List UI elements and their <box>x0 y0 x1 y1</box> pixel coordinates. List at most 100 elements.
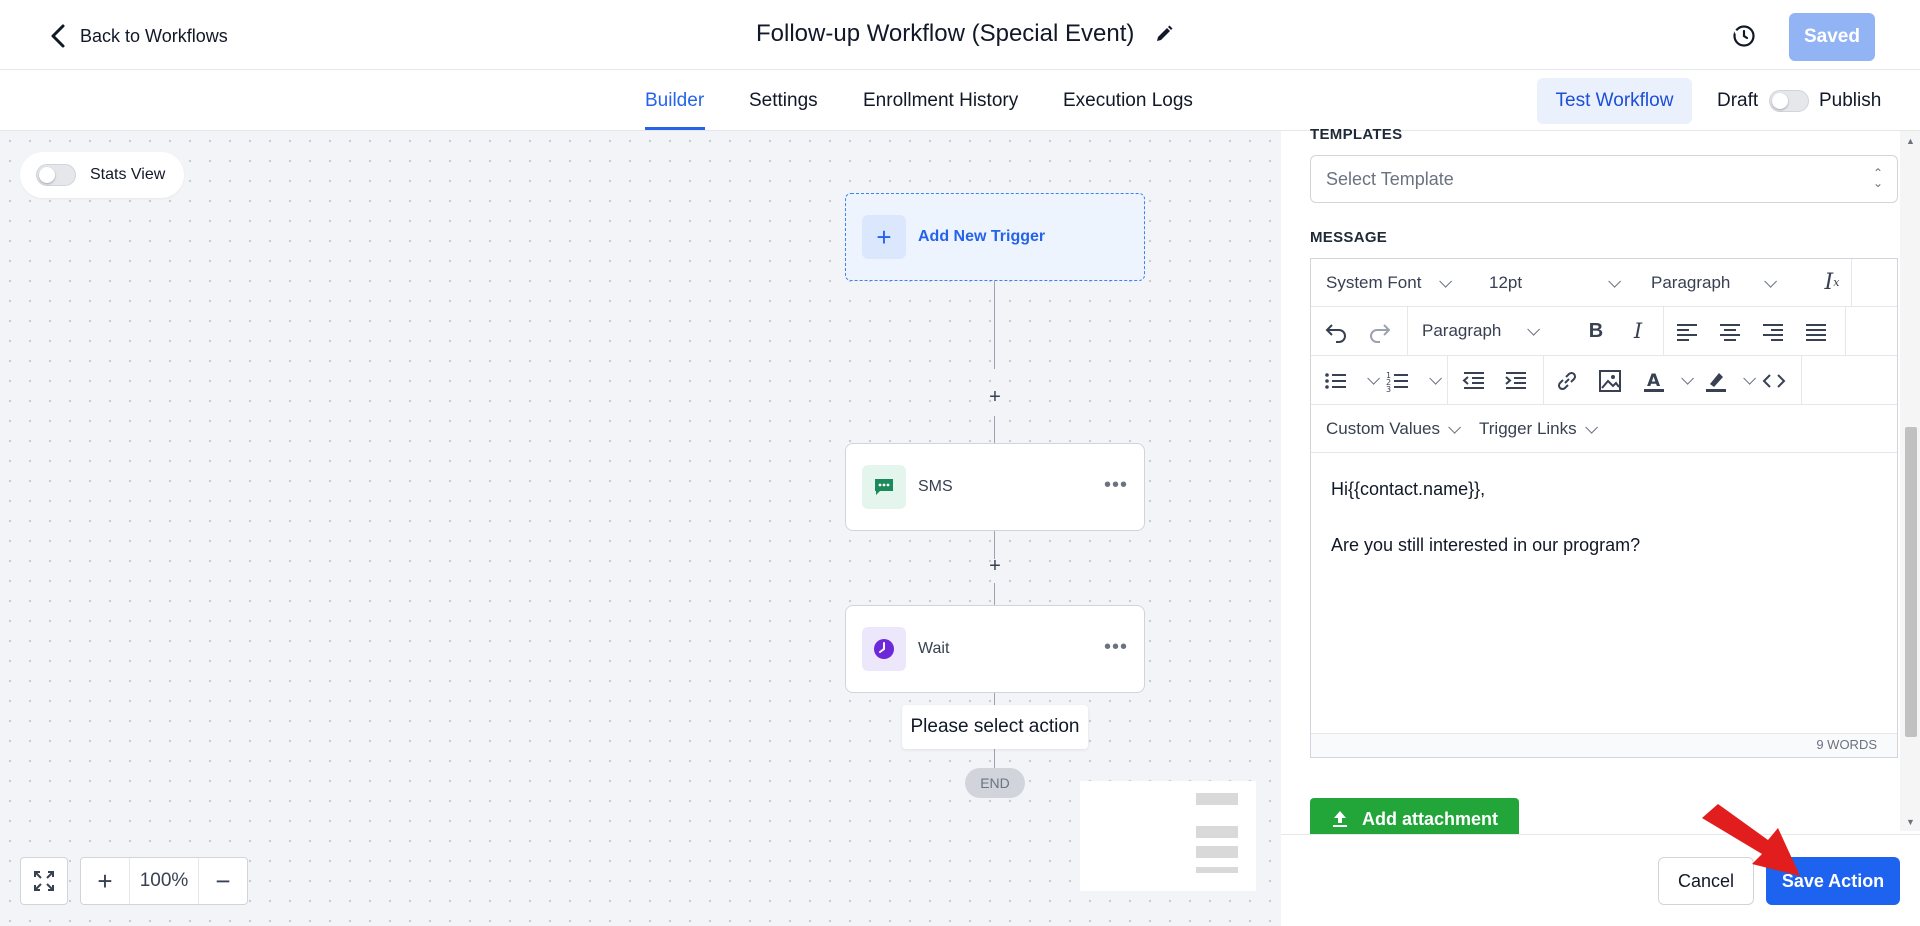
templates-label: TEMPLATES <box>1310 126 1403 143</box>
italic-icon[interactable]: I <box>1625 318 1651 344</box>
source-code-icon[interactable] <box>1761 368 1787 394</box>
scroll-down-icon[interactable]: ▼ <box>1906 817 1915 827</box>
active-tab-indicator <box>645 127 705 130</box>
font-family-select[interactable]: System Font <box>1326 273 1453 293</box>
editor-toolbar-row: Paragraph B I <box>1311 307 1897 356</box>
text-color-icon[interactable]: A <box>1641 368 1667 394</box>
link-icon[interactable] <box>1554 368 1580 394</box>
connector-line <box>994 416 995 446</box>
minimap-block <box>1196 846 1238 858</box>
paragraph-select[interactable]: Paragraph <box>1422 321 1541 341</box>
minimap-block <box>1196 867 1238 873</box>
font-size-value: 12pt <box>1489 273 1523 292</box>
red-pointer-arrow-icon <box>1702 804 1800 876</box>
fit-view-button[interactable] <box>20 857 68 905</box>
sms-node[interactable]: SMS ••• <box>845 443 1145 531</box>
connector-line <box>994 583 995 605</box>
align-center-icon[interactable] <box>1717 319 1743 345</box>
publish-label: Publish <box>1819 90 1882 111</box>
editor-toolbar-row: Custom Values Trigger Links <box>1311 405 1897 453</box>
align-right-icon[interactable] <box>1760 319 1786 345</box>
image-icon[interactable] <box>1597 368 1623 394</box>
workflow-canvas[interactable]: Stats View + Add New Trigger + SMS ••• +… <box>0 131 1281 926</box>
more-options-icon[interactable]: ••• <box>1104 636 1128 659</box>
tab-builder[interactable]: Builder <box>645 90 704 112</box>
highlight-color-icon[interactable] <box>1703 368 1729 394</box>
redo-icon[interactable] <box>1367 319 1393 345</box>
paragraph-value: Paragraph <box>1422 321 1502 340</box>
top-header: Back to Workflows Follow-up Workflow (Sp… <box>0 0 1920 70</box>
align-left-icon[interactable] <box>1674 319 1700 345</box>
block-format-select[interactable]: Paragraph <box>1651 273 1778 293</box>
select-action-tooltip: Please select action <box>902 705 1088 749</box>
stats-view-toggle[interactable] <box>36 164 76 186</box>
updown-chevron-icon: ⌃ ⌄ <box>1872 166 1883 190</box>
wait-node[interactable]: Wait ••• <box>845 605 1145 693</box>
editor-toolbar-row: System Font 12pt Paragraph Ix <box>1311 259 1897 307</box>
trigger-links-menu[interactable]: Trigger Links <box>1479 419 1598 439</box>
sms-node-label: SMS <box>918 478 953 495</box>
message-body[interactable]: Hi{{contact.name}}, Are you still intere… <box>1311 453 1897 735</box>
undo-icon[interactable] <box>1323 319 1349 345</box>
back-to-workflows-link[interactable]: Back to Workflows <box>48 22 228 50</box>
message-line: Are you still interested in our program? <box>1331 535 1641 555</box>
bold-icon[interactable]: B <box>1583 318 1609 344</box>
add-new-trigger-card[interactable]: + Add New Trigger <box>845 193 1145 281</box>
pencil-icon[interactable] <box>1154 24 1174 44</box>
wait-node-label: Wait <box>918 640 950 657</box>
custom-values-menu[interactable]: Custom Values <box>1326 419 1462 439</box>
word-count: 9 WORDS <box>1311 733 1897 757</box>
end-marker: END <box>965 768 1025 798</box>
clock-icon <box>862 627 906 671</box>
minimap[interactable] <box>1080 781 1256 891</box>
indent-icon[interactable] <box>1503 368 1529 394</box>
expand-icon <box>34 871 54 891</box>
action-panel: TEMPLATES Select Template ⌃ ⌄ MESSAGE Sys… <box>1281 126 1920 926</box>
draft-label: Draft <box>1717 90 1759 111</box>
add-step-plus-icon[interactable]: + <box>986 556 1004 576</box>
stats-view-label: Stats View <box>90 166 166 183</box>
message-editor: System Font 12pt Paragraph Ix Paragraph … <box>1310 258 1898 758</box>
plus-icon: + <box>862 215 906 259</box>
workflow-title-text: Follow-up Workflow (Special Event) <box>756 20 1135 47</box>
align-justify-icon[interactable] <box>1803 319 1829 345</box>
template-select[interactable]: Select Template ⌃ ⌄ <box>1310 155 1898 203</box>
template-select-placeholder: Select Template <box>1326 168 1454 189</box>
numbered-list-icon[interactable]: 123 <box>1385 368 1411 394</box>
bullet-list-icon[interactable] <box>1323 368 1349 394</box>
zoom-out-button[interactable]: − <box>199 858 247 904</box>
workflow-title: Follow-up Workflow (Special Event) <box>756 20 1174 48</box>
tab-enrollment-history[interactable]: Enrollment History <box>863 90 1018 112</box>
chevron-left-icon <box>51 24 65 48</box>
more-options-icon[interactable]: ••• <box>1104 474 1128 497</box>
custom-values-label: Custom Values <box>1326 419 1441 438</box>
add-step-plus-icon[interactable]: + <box>986 387 1004 407</box>
clear-formatting-icon[interactable]: Ix <box>1819 269 1845 295</box>
minimap-block <box>1196 826 1238 838</box>
zoom-in-button[interactable]: + <box>81 858 129 904</box>
publish-toggle[interactable] <box>1769 90 1809 112</box>
test-workflow-button[interactable]: Test Workflow <box>1537 78 1692 124</box>
add-new-trigger-label: Add New Trigger <box>918 228 1046 245</box>
font-family-value: System Font <box>1326 273 1422 292</box>
panel-scrollbar[interactable]: ▲ ▼ <box>1900 131 1920 831</box>
sms-icon <box>862 465 906 509</box>
tab-settings[interactable]: Settings <box>749 90 818 112</box>
scroll-up-icon[interactable]: ▲ <box>1906 136 1915 146</box>
block-format-value: Paragraph <box>1651 273 1731 292</box>
saved-button[interactable]: Saved <box>1789 13 1875 61</box>
font-size-select[interactable]: 12pt <box>1489 273 1622 293</box>
panel-footer: Cancel Save Action <box>1281 834 1920 926</box>
editor-toolbar-row: 123 A <box>1311 356 1897 405</box>
stats-view-control: Stats View <box>20 152 184 198</box>
minimap-block <box>1196 793 1238 805</box>
upload-icon <box>1333 811 1347 827</box>
zoom-controls: + 100% − <box>80 857 248 905</box>
history-icon[interactable] <box>1731 23 1757 49</box>
svg-text:3: 3 <box>1386 385 1391 394</box>
add-attachment-label: Add attachment <box>1362 808 1499 829</box>
tab-execution-logs[interactable]: Execution Logs <box>1063 90 1193 112</box>
message-line: Hi{{contact.name}}, <box>1331 479 1486 499</box>
scroll-thumb[interactable] <box>1905 427 1917 737</box>
outdent-icon[interactable] <box>1461 368 1487 394</box>
